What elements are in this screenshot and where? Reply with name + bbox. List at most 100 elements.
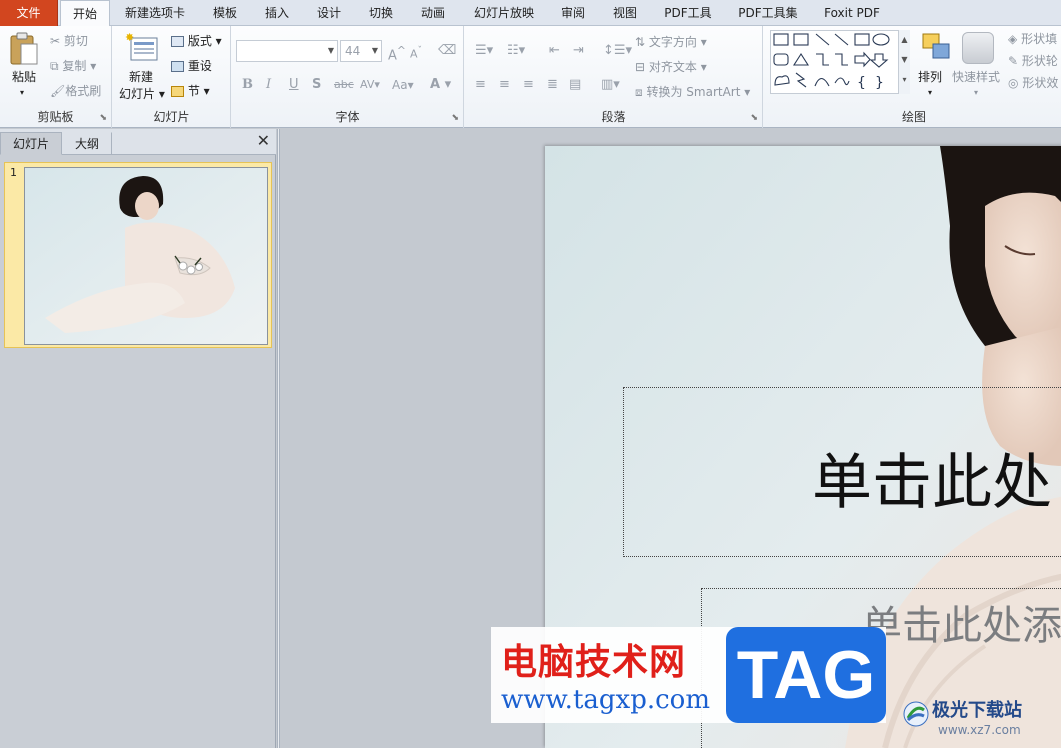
shape-outline-button[interactable]: ✎ 形状轮 <box>1008 52 1058 70</box>
tab-design[interactable]: 设计 <box>306 0 352 26</box>
clipboard-group-label: 剪贴板 <box>37 110 74 124</box>
clipboard-group: 粘贴 ▾ ✂ 剪切 ⧉ 复制 ▾ 🖌格式刷 剪贴板 ⬊ <box>0 26 112 128</box>
reset-button[interactable]: 重设 <box>171 57 212 75</box>
clipboard-launcher-icon[interactable]: ⬊ <box>99 113 107 123</box>
grow-font-icon[interactable]: A^ <box>388 42 406 65</box>
watermark-tagxp: 电脑技术网 www.tagxp.com TAG <box>491 627 886 723</box>
brush-icon: 🖌 <box>50 84 66 98</box>
decrease-indent-icon[interactable]: ⇤ <box>549 42 560 60</box>
increase-indent-icon[interactable]: ⇥ <box>573 42 584 60</box>
new-slide-icon: ✸ <box>125 32 158 61</box>
reset-label: 重设 <box>187 59 212 73</box>
strikethrough-button[interactable]: abc <box>334 76 354 94</box>
shrink-font-icon[interactable]: Aˇ <box>410 42 422 64</box>
new-slide-button[interactable]: ✸ 新建 幻灯片 ▾ <box>117 30 167 101</box>
justify-icon[interactable]: ≣ <box>547 76 558 94</box>
thumbnail-photo <box>25 168 267 344</box>
tab-outline[interactable]: 大纲 <box>62 132 113 155</box>
distributed-icon[interactable]: ▤ <box>569 76 581 94</box>
font-size-value: 44 <box>345 44 361 58</box>
layout-button[interactable]: 版式 ▾ <box>171 32 222 50</box>
tab-pdf-tools[interactable]: PDF工具 <box>656 0 720 26</box>
shape-fill-label: 形状填 <box>1021 32 1058 46</box>
tab-foxit-pdf[interactable]: Foxit PDF <box>814 0 890 26</box>
font-group-label: 字体 <box>335 110 360 124</box>
title-placeholder[interactable]: 单击此处 <box>623 387 1061 557</box>
bullets-icon[interactable]: ☰▾ <box>475 42 493 60</box>
align-text-button[interactable]: ⊟ 对齐文本 ▾ <box>635 58 707 76</box>
reset-icon <box>171 61 184 72</box>
tab-view[interactable]: 视图 <box>602 0 648 26</box>
slide-number: 1 <box>10 166 17 179</box>
section-label: 节 <box>187 84 200 98</box>
line-spacing-icon[interactable]: ↕☰▾ <box>603 42 632 60</box>
align-left-icon[interactable]: ≡ <box>475 76 486 94</box>
section-button[interactable]: 节 ▾ <box>171 82 210 100</box>
pencil-icon: ✎ <box>1008 54 1019 68</box>
new-slide-label-2: 幻灯片 ▾ <box>119 87 165 101</box>
arrange-icon <box>922 33 950 59</box>
align-right-icon[interactable]: ≡ <box>523 76 534 94</box>
quick-styles-button[interactable]: 快速样式 ▾ <box>950 30 1008 100</box>
pane-splitter[interactable] <box>277 129 280 748</box>
tab-home[interactable]: 开始 <box>60 0 110 27</box>
tab-review[interactable]: 审阅 <box>550 0 596 26</box>
copy-button[interactable]: ⧉ 复制 ▾ <box>50 57 96 75</box>
shapes-gallery[interactable]: { } ▲ ▼ ▾ <box>770 30 910 94</box>
new-slide-label-1: 新建 <box>129 70 154 84</box>
char-spacing-button[interactable]: AV▾ <box>360 76 380 94</box>
tab-new-tab[interactable]: 新建选项卡 <box>114 0 196 26</box>
title-placeholder-text: 单击此处 <box>812 448 1052 518</box>
change-case-button[interactable]: Aa▾ <box>392 76 414 94</box>
effects-icon: ◎ <box>1008 76 1019 90</box>
font-size-combo[interactable]: 44 ▼ <box>340 40 382 62</box>
format-painter-button[interactable]: 🖌格式刷 <box>50 82 101 100</box>
smartart-label: 转换为 SmartArt <box>646 85 741 99</box>
copy-label: 复制 <box>62 59 87 73</box>
slide-thumbnail-selected[interactable]: 1 <box>4 162 272 348</box>
text-shadow-button[interactable]: S <box>312 76 321 94</box>
tab-file[interactable]: 文件 <box>0 0 58 26</box>
italic-button[interactable]: I <box>266 76 271 94</box>
align-text-icon: ⊟ <box>635 60 646 74</box>
text-direction-button[interactable]: ⇅ 文字方向 ▾ <box>635 33 707 51</box>
cut-button[interactable]: ✂ 剪切 <box>50 32 88 50</box>
watermark2-site-url: www.xz7.com <box>938 723 1021 737</box>
shape-effect-button[interactable]: ◎ 形状效 <box>1008 74 1058 92</box>
slides-group: ✸ 新建 幻灯片 ▾ 版式 ▾ 重设 节 ▾ 幻灯片 <box>113 26 231 128</box>
section-icon <box>171 86 184 97</box>
ribbon-tab-bar: 文件 开始 新建选项卡 模板 插入 设计 切换 动画 幻灯片放映 审阅 视图 P… <box>0 0 1061 27</box>
font-name-combo[interactable]: ▼ <box>236 40 338 62</box>
svg-text:✸: ✸ <box>125 32 134 44</box>
bold-button[interactable]: B <box>242 76 253 94</box>
watermark-site-name: 电脑技术网 <box>501 642 687 683</box>
tab-templates[interactable]: 模板 <box>202 0 248 26</box>
watermark-xz7: 极光下载站 www.xz7.com <box>902 690 1061 748</box>
close-icon[interactable]: ✕ <box>257 131 270 150</box>
drawing-group-label: 绘图 <box>901 110 926 124</box>
tab-slides[interactable]: 幻灯片 <box>0 132 63 155</box>
scissors-icon: ✂ <box>50 34 61 48</box>
columns-icon[interactable]: ▥▾ <box>601 76 620 94</box>
tab-pdf-toolset[interactable]: PDF工具集 <box>730 0 806 26</box>
font-color-button[interactable]: A ▾ <box>430 76 451 94</box>
numbering-icon[interactable]: ☷▾ <box>507 42 525 60</box>
watermark-tag-logo: TAG <box>726 627 886 723</box>
shape-fill-button[interactable]: ◈ 形状填 <box>1008 30 1057 48</box>
gallery-scroll[interactable]: ▲ ▼ ▾ <box>898 30 910 94</box>
font-group: ▼ 44 ▼ A^ Aˇ ⌫ B I U S abc AV▾ Aa▾ A ▾ 字体… <box>232 26 464 128</box>
tab-animations[interactable]: 动画 <box>410 0 456 26</box>
tab-transitions[interactable]: 切换 <box>358 0 404 26</box>
paste-button[interactable]: 粘贴 ▾ <box>6 30 42 100</box>
paragraph-launcher-icon[interactable]: ⬊ <box>750 113 758 123</box>
text-direction-icon: ⇅ <box>635 35 646 49</box>
clear-formatting-icon[interactable]: ⌫ <box>438 42 456 60</box>
underline-button[interactable]: U <box>289 76 299 94</box>
tab-insert[interactable]: 插入 <box>254 0 300 26</box>
tab-slideshow[interactable]: 幻灯片放映 <box>464 0 544 26</box>
layout-icon <box>171 36 184 47</box>
shape-effect-label: 形状效 <box>1022 76 1059 90</box>
convert-smartart-button[interactable]: ⧈ 转换为 SmartArt ▾ <box>635 83 750 101</box>
align-center-icon[interactable]: ≡ <box>499 76 510 94</box>
font-launcher-icon[interactable]: ⬊ <box>451 113 459 123</box>
